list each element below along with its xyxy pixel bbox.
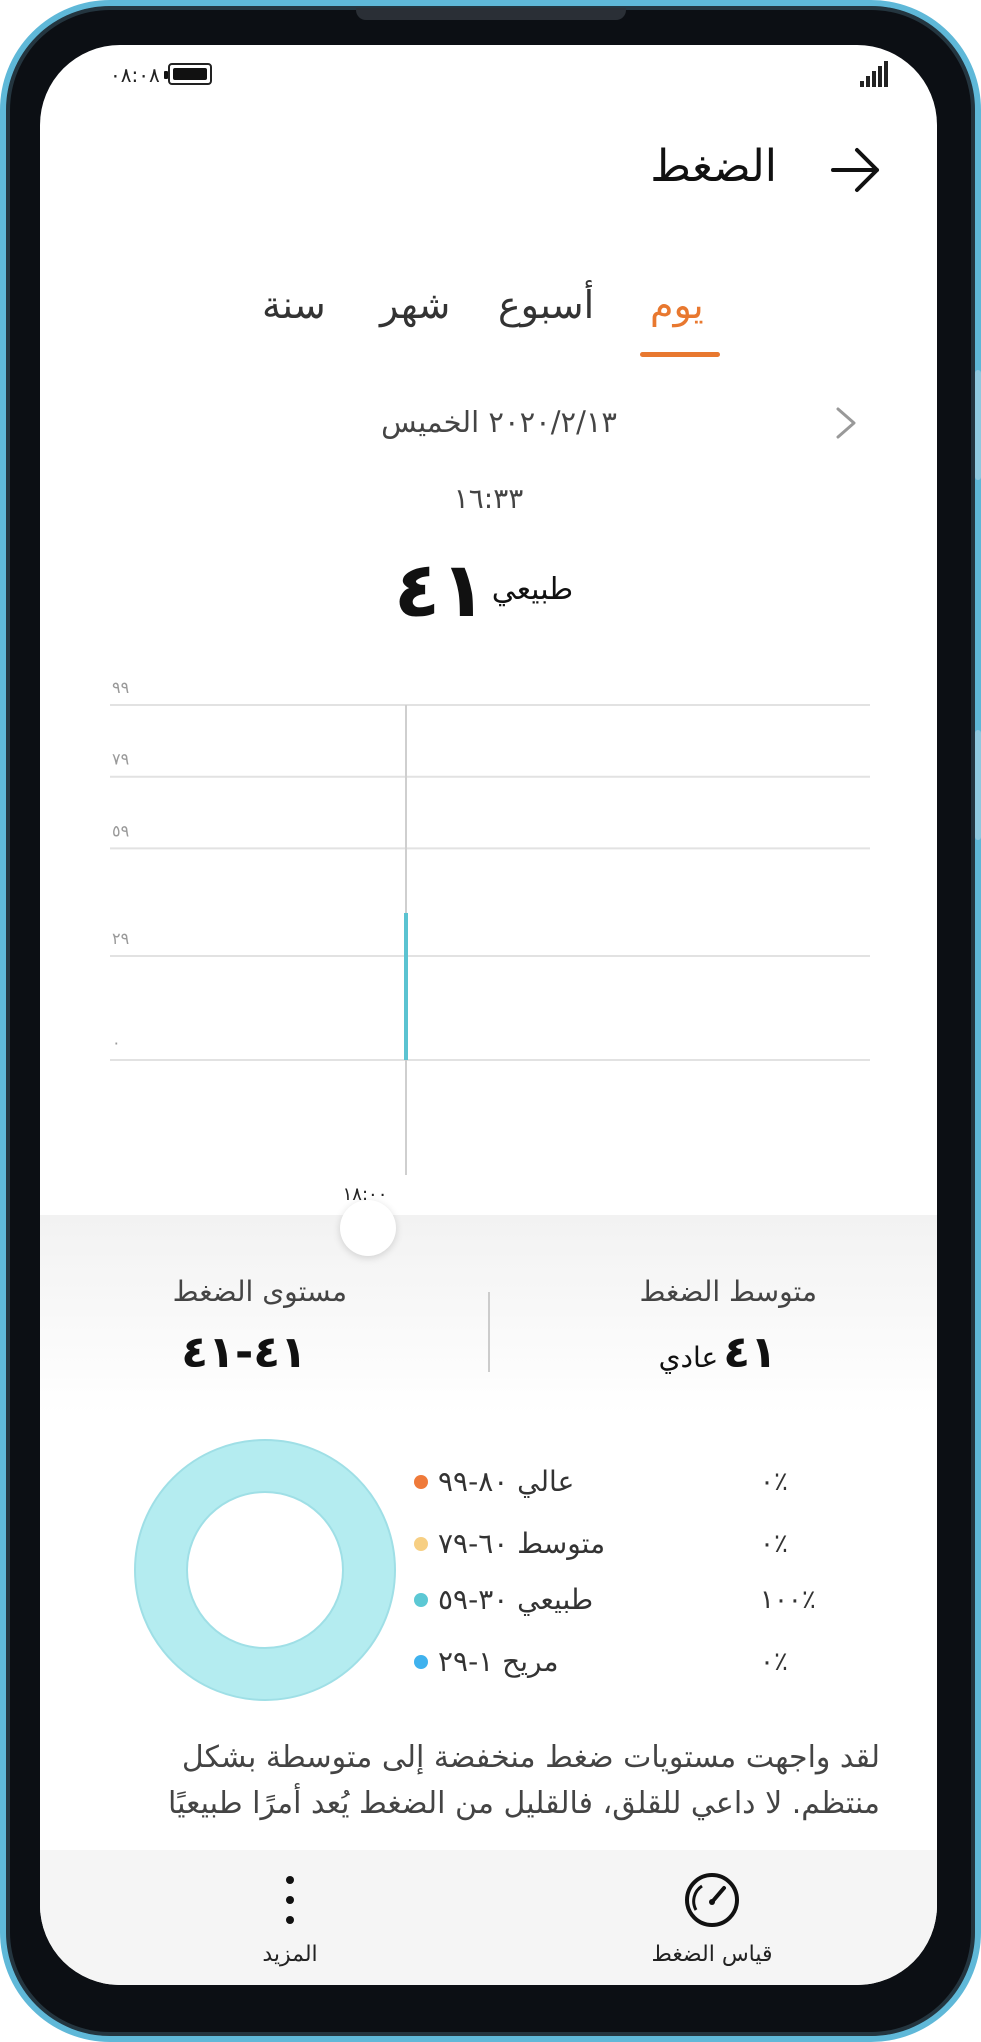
legend-percent: ٠٪ [760, 1467, 788, 1497]
average-status: عادي [658, 1341, 719, 1374]
period-tabs: يوم أسبوع شهر سنة [40, 283, 937, 343]
bottom-action-bar: قياس الضغط المزيد [40, 1850, 937, 1985]
reading-value: ٤١ [393, 545, 487, 634]
back-arrow-icon[interactable] [825, 140, 885, 200]
chart-y-ticks: ٩٩ ٧٩ ٥٩ ٢٩ ٠ [112, 678, 129, 1052]
legend-label: مريح ١-٢٩ [438, 1645, 559, 1678]
reading-status: طبيعي [491, 572, 574, 607]
distribution-donut [134, 1439, 396, 1701]
legend-percent: ١٠٠٪ [760, 1585, 816, 1615]
legend-dot [414, 1593, 428, 1607]
average-value: ٤١ [723, 1327, 777, 1378]
tab-year[interactable]: سنة [262, 283, 326, 327]
chart-gridlines [110, 704, 870, 1061]
tab-day[interactable]: يوم [650, 283, 704, 327]
date-label: ٢٠٢٠/٢/١٣ الخميس [381, 405, 617, 439]
stats-divider [488, 1292, 490, 1372]
more-button[interactable]: المزيد [190, 1850, 390, 1985]
power-button [975, 730, 981, 840]
chart-y-tick-label: ٩٩ [112, 678, 129, 697]
chart-y-tick-label: ٠ [112, 1033, 121, 1052]
measure-stress-button[interactable]: قياس الضغط [612, 1850, 812, 1985]
chart-y-tick-label: ٧٩ [112, 750, 129, 769]
active-tab-indicator [640, 352, 720, 357]
device-notch [356, 8, 626, 20]
chevron-right-icon[interactable] [830, 403, 862, 443]
volume-button [975, 370, 981, 480]
range-title: مستوى الضغط [172, 1275, 347, 1308]
app-screen: ٠٨:٠٨ الضغط يوم أسبوع شهر سنة ٢٠٢٠/٢/١٣ … [40, 45, 937, 1985]
stress-chart: ٩٩٧٩٥٩٢٩٠ ٠٠:٠٠٠٦:٠٠١٢:٠٠١٨:٠٠٠٠:٠٠ [110, 678, 890, 1239]
legend-percent: ٠٪ [760, 1647, 788, 1677]
battery-icon [164, 63, 212, 85]
stress-description: لقد واجهت مستويات ضغط منخفضة إلى متوسطة … [167, 1740, 880, 1821]
range-value: ٤١-٤١ [181, 1327, 307, 1378]
tab-week[interactable]: أسبوع [498, 283, 594, 327]
current-reading: طبيعي ٤١ [40, 545, 937, 634]
legend-percent: ٠٪ [760, 1529, 788, 1559]
legend-label: عالي ٨٠-٩٩ [438, 1465, 575, 1498]
chart-bar [404, 912, 408, 1060]
time-slider-handle[interactable] [340, 1200, 396, 1256]
gauge-icon [685, 1873, 739, 1927]
more-vertical-icon [286, 1876, 294, 1924]
signal-icon [860, 61, 890, 87]
measure-label: قياس الضغط [651, 1942, 773, 1967]
status-time: ٠٨:٠٨ [110, 63, 160, 87]
tab-month[interactable]: شهر [380, 283, 450, 327]
chart-y-tick-label: ٥٩ [112, 821, 129, 840]
average-value-row: ٤١ عادي [659, 1327, 777, 1378]
legend-dot [414, 1655, 428, 1669]
legend-label: متوسط ٦٠-٧٩ [438, 1527, 606, 1560]
chart-y-tick-label: ٢٩ [112, 929, 129, 948]
legend-label: طبيعي ٣٠-٥٩ [438, 1583, 594, 1616]
reading-time: ١٦:٣٣ [453, 482, 524, 515]
chart-bars [404, 912, 408, 1060]
page-title: الضغط [650, 141, 777, 192]
average-title: متوسط الضغط [639, 1275, 817, 1308]
legend-dot [414, 1475, 428, 1489]
more-label: المزيد [262, 1942, 318, 1967]
legend-dot [414, 1537, 428, 1551]
